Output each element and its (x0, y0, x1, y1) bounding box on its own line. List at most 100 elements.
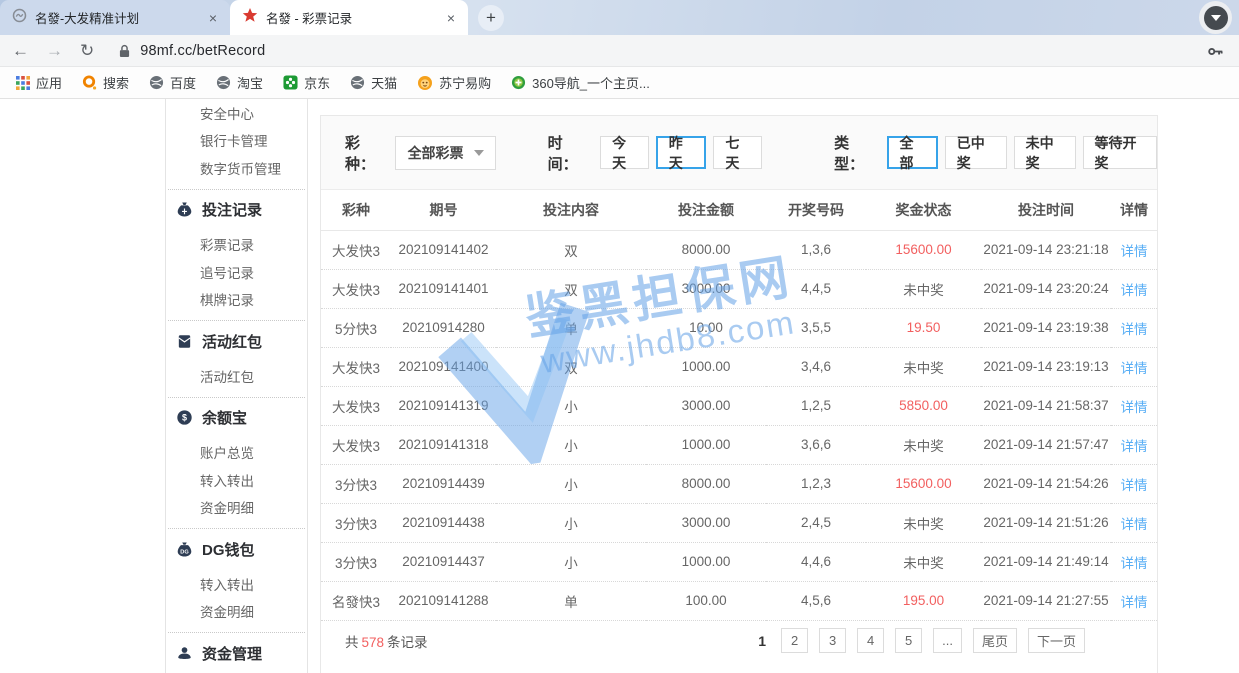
sidebar-item[interactable]: 转入转出 (166, 466, 307, 494)
cell-numbers: 3,4,6 (766, 347, 866, 386)
cell-amount: 10.00 (646, 308, 766, 347)
cell-lottery: 大发快3 (321, 347, 391, 386)
sidebar-section-header[interactable]: $余额宝 (166, 403, 307, 433)
page-button[interactable]: 5 (895, 628, 922, 653)
cell-issue: 20210914280 (391, 308, 496, 347)
sidebar-item[interactable]: 转入转出 (166, 570, 307, 598)
table-header-row: 彩种期号投注内容投注金额开奖号码奖金状态投注时间详情 (321, 190, 1157, 230)
time-filter-button[interactable]: 昨天 (656, 136, 707, 169)
detail-link[interactable]: 详情 (1121, 595, 1148, 610)
lottery-filter-label: 彩种： (345, 132, 387, 174)
bet-record-table: 彩种期号投注内容投注金额开奖号码奖金状态投注时间详情 大发快3202109141… (321, 190, 1157, 621)
bookmark-item[interactable]: 天猫 (340, 73, 407, 92)
page-button[interactable]: 4 (857, 628, 884, 653)
sidebar-item[interactable]: 账户总览 (166, 439, 307, 467)
cell-lottery: 大发快3 (321, 425, 391, 464)
svg-text:DG: DG (180, 549, 189, 555)
cell-numbers: 4,4,6 (766, 542, 866, 581)
dollar-circle-icon: $ (176, 409, 193, 426)
cell-content: 双 (496, 347, 646, 386)
new-tab-button[interactable]: + (478, 5, 504, 31)
table-row: 大发快3202109141318小1000.003,6,6未中奖2021-09-… (321, 425, 1157, 464)
cell-bet-time: 2021-09-14 21:27:55 (981, 581, 1111, 620)
sidebar-section-label: 资金管理 (202, 643, 262, 664)
sidebar-item[interactable]: 棋牌记录 (166, 286, 307, 314)
browser-menu-button[interactable] (1199, 1, 1232, 34)
bookmark-item[interactable]: 搜索 (72, 73, 139, 92)
tab-title: 名發-大发精准计划 (35, 8, 198, 27)
detail-link[interactable]: 详情 (1121, 283, 1148, 298)
sidebar-item[interactable]: 资金明细 (166, 494, 307, 522)
time-filter-button[interactable]: 七天 (713, 136, 762, 169)
time-filter-button[interactable]: 今天 (600, 136, 649, 169)
tab-title: 名發 - 彩票记录 (266, 8, 436, 27)
cell-prize-status: 5850.00 (866, 386, 981, 425)
cell-detail: 详情 (1111, 581, 1157, 620)
orange-ring-icon (82, 75, 97, 90)
type-filter-button[interactable]: 全部 (887, 136, 938, 169)
detail-link[interactable]: 详情 (1121, 361, 1148, 376)
bookmark-label: 天猫 (371, 73, 397, 92)
type-filter-button[interactable]: 已中奖 (945, 136, 1007, 169)
cell-bet-time: 2021-09-14 21:54:26 (981, 464, 1111, 503)
type-filter-button[interactable]: 未中奖 (1014, 136, 1076, 169)
browser-tab-plan[interactable]: 名發-大发精准计划 × (0, 0, 230, 35)
sidebar-item[interactable]: 活动红包 (166, 362, 307, 390)
detail-link[interactable]: 详情 (1121, 400, 1148, 415)
bookmark-item[interactable]: 百度 (139, 73, 206, 92)
bookmark-item[interactable]: 苏宁易购 (407, 73, 501, 92)
cell-issue: 20210914439 (391, 464, 496, 503)
detail-link[interactable]: 详情 (1121, 478, 1148, 493)
close-icon[interactable]: × (206, 10, 220, 26)
cell-content: 小 (496, 503, 646, 542)
sidebar-section-header[interactable]: 活动红包 (166, 326, 307, 356)
money-bag-icon (176, 201, 193, 218)
bookmark-item[interactable]: 360导航_一个主页... (501, 73, 660, 92)
cell-bet-time: 2021-09-14 21:51:26 (981, 503, 1111, 542)
sidebar-section-header[interactable]: DGDG钱包 (166, 534, 307, 564)
bookmark-item[interactable]: 淘宝 (206, 73, 273, 92)
lottery-select[interactable]: 全部彩票 (395, 136, 495, 170)
sidebar-item[interactable]: 数字货币管理 (166, 154, 307, 182)
sidebar-item[interactable]: 彩票记录 (166, 231, 307, 259)
forward-button[interactable]: → (46, 42, 63, 59)
cell-detail: 详情 (1111, 425, 1157, 464)
page-button[interactable]: 3 (819, 628, 846, 653)
url-bar[interactable]: 98mf.cc/betRecord (140, 43, 265, 59)
detail-link[interactable]: 详情 (1121, 556, 1148, 571)
column-header: 投注时间 (981, 190, 1111, 230)
page-button[interactable]: 尾页 (973, 628, 1017, 653)
bookmark-item[interactable]: 应用 (6, 73, 72, 92)
page-button[interactable]: 2 (781, 628, 808, 653)
detail-link[interactable]: 详情 (1121, 439, 1148, 454)
page-button[interactable]: 下一页 (1028, 628, 1085, 653)
dg-wallet-icon: DG (176, 541, 193, 558)
bookmark-item[interactable]: 京东 (273, 73, 340, 92)
column-header: 投注金额 (646, 190, 766, 230)
cell-amount: 3000.00 (646, 503, 766, 542)
close-icon[interactable]: × (444, 10, 458, 26)
sidebar-item[interactable]: 安全中心 (166, 99, 307, 127)
browser-tab-bet-record[interactable]: 名發 - 彩票记录 × (230, 0, 468, 35)
back-button[interactable]: ← (12, 42, 29, 59)
cell-prize-status: 19.50 (866, 308, 981, 347)
reload-button[interactable]: ↻ (80, 42, 94, 59)
type-filter-button[interactable]: 等待开奖 (1083, 136, 1157, 169)
detail-link[interactable]: 详情 (1121, 322, 1148, 337)
sidebar-item[interactable]: 资金明细 (166, 598, 307, 626)
detail-link[interactable]: 详情 (1121, 517, 1148, 532)
cell-bet-time: 2021-09-14 23:19:38 (981, 308, 1111, 347)
sidebar-section-header[interactable]: 资金管理 (166, 638, 307, 668)
table-row: 大发快3202109141319小3000.001,2,55850.002021… (321, 386, 1157, 425)
red-star-icon (242, 7, 258, 28)
cell-amount: 3000.00 (646, 386, 766, 425)
sidebar-section-header[interactable]: 投注记录 (166, 195, 307, 225)
page-button[interactable]: ... (933, 628, 962, 653)
sidebar-item[interactable]: 银行卡管理 (166, 127, 307, 155)
filter-bar: 彩种： 全部彩票 时间： 今天昨天七天 类型： 全部已中奖未中奖等待开奖 (321, 116, 1157, 190)
cell-content: 双 (496, 230, 646, 269)
globe-icon (216, 75, 231, 90)
sidebar-item[interactable]: 追号记录 (166, 258, 307, 286)
key-icon[interactable] (1207, 43, 1224, 65)
detail-link[interactable]: 详情 (1121, 244, 1148, 259)
